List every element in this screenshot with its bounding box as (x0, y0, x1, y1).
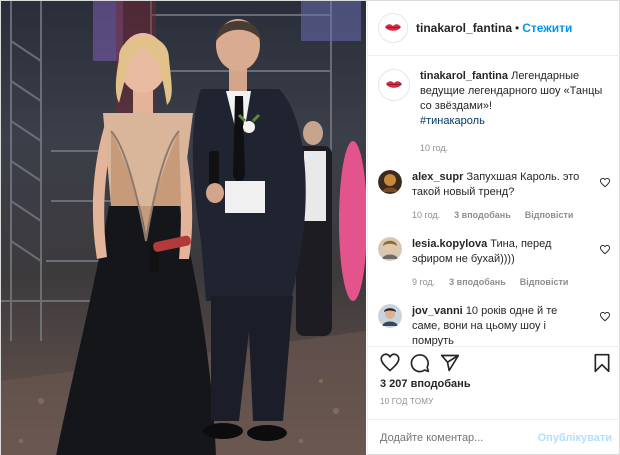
comment-input[interactable] (380, 432, 538, 444)
comment-likes[interactable]: 3 вподобань (449, 275, 506, 290)
author-avatar[interactable] (378, 13, 408, 43)
commenter-avatar[interactable] (378, 304, 402, 328)
instagram-post: tinakarol_fantina • Стежити tinakarol_fa… (0, 0, 620, 455)
likes-count[interactable]: 3 207 вподобань (380, 378, 471, 390)
comment-like-icon[interactable] (600, 312, 610, 322)
comment-meta: 9 год. 3 вподобань Відповісти (412, 275, 587, 290)
comment-like-icon[interactable] (600, 178, 610, 188)
post-photo[interactable] (1, 1, 366, 455)
comment-body: alex_supr Запухшая Кароль. это такой нов… (412, 170, 587, 223)
caption-avatar[interactable] (378, 69, 410, 101)
bookmark-icon[interactable] (592, 353, 612, 373)
comment-username[interactable]: lesia.kopylova (412, 238, 487, 250)
action-bar (368, 346, 620, 378)
caption-meta: 10 год. (420, 141, 610, 156)
caption-hashtag[interactable]: #тинакароль (420, 115, 485, 127)
comment-meta: 10 год. 3 вподобань Відповісти (412, 208, 587, 223)
post-sidebar: tinakarol_fantina • Стежити tinakarol_fa… (367, 1, 620, 455)
comment-body: jov_vanni 10 років одне й те саме, вони … (412, 304, 587, 347)
comment-time[interactable]: 9 год. (412, 275, 435, 290)
lips-logo-icon (385, 24, 401, 31)
comment-item: lesia.kopylova Тина, перед эфиром не бух… (378, 237, 612, 290)
post-header: tinakarol_fantina • Стежити (368, 1, 620, 56)
photo-illustration (1, 1, 366, 455)
heart-icon[interactable] (380, 353, 400, 373)
comment-icon[interactable] (410, 353, 430, 373)
follow-button[interactable]: Стежити (522, 21, 572, 35)
publish-button[interactable]: Опублікувати (538, 432, 612, 444)
add-comment-bar: Опублікувати (368, 419, 620, 455)
comment-likes[interactable]: 3 вподобань (454, 208, 511, 223)
commenter-avatar[interactable] (378, 170, 402, 194)
comment-item: alex_supr Запухшая Кароль. это такой нов… (378, 170, 612, 223)
reply-button[interactable]: Відповісти (525, 208, 574, 223)
caption-username[interactable]: tinakarol_fantina (420, 70, 508, 82)
header-separator: • (515, 21, 520, 35)
comment-item: jov_vanni 10 років одне й те саме, вони … (378, 304, 612, 347)
comment-body: lesia.kopylova Тина, перед эфиром не бух… (412, 237, 587, 290)
share-icon[interactable] (440, 353, 460, 373)
comments-section: tinakarol_fantina Легендарные ведущие ле… (368, 57, 620, 347)
comment-like-icon[interactable] (600, 245, 610, 255)
post-timestamp[interactable]: 10 ГОД ТОМУ (380, 397, 433, 406)
caption-body: tinakarol_fantina Легендарные ведущие ле… (420, 69, 610, 156)
comment-username[interactable]: alex_supr (412, 171, 463, 183)
author-username[interactable]: tinakarol_fantina (416, 21, 512, 35)
caption-time[interactable]: 10 год. (420, 141, 448, 156)
commenter-avatar[interactable] (378, 237, 402, 261)
comment-username[interactable]: jov_vanni (412, 305, 463, 317)
caption: tinakarol_fantina Легендарные ведущие ле… (378, 69, 612, 156)
reply-button[interactable]: Відповісти (520, 275, 569, 290)
comment-time[interactable]: 10 год. (412, 208, 440, 223)
lips-logo-icon (386, 81, 402, 88)
